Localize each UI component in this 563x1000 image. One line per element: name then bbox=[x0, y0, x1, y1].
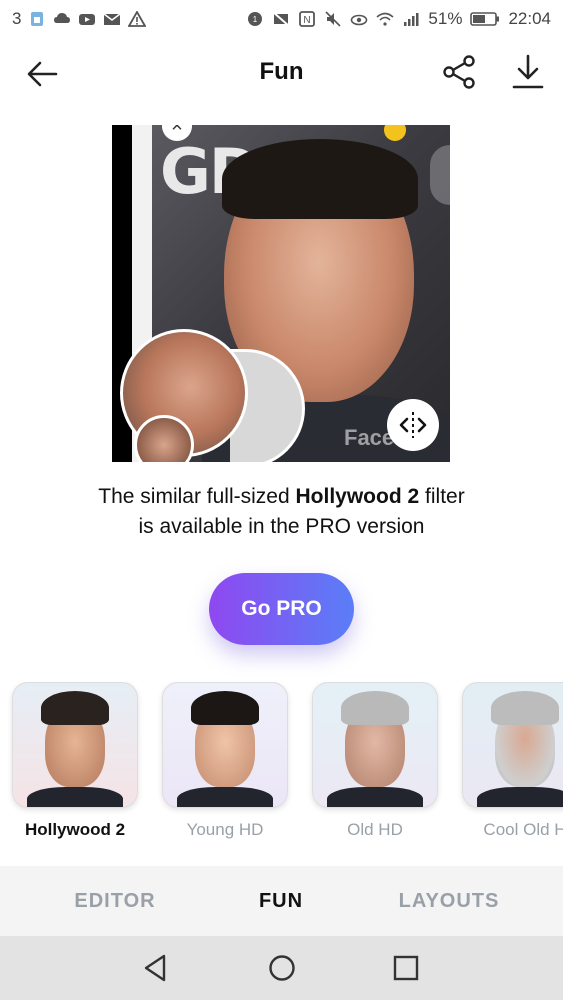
youtube-icon bbox=[78, 11, 96, 27]
nfc-icon: N bbox=[298, 11, 316, 27]
filter-carousel[interactable]: Hollywood 2 Young HD Old HD Cool Old H bbox=[0, 682, 563, 852]
no-image-icon bbox=[272, 11, 291, 27]
download-button[interactable] bbox=[508, 52, 548, 92]
filter-thumbnail bbox=[12, 682, 138, 808]
wifi-icon bbox=[376, 11, 394, 27]
system-navigation-bar bbox=[0, 936, 563, 1000]
filter-label: Young HD bbox=[186, 820, 264, 839]
mute-icon bbox=[324, 11, 342, 27]
compare-arrows-icon bbox=[399, 412, 427, 438]
notification-count: 3 bbox=[12, 9, 22, 28]
filter-preview-image: GDE Face × bbox=[112, 125, 450, 462]
triangle-back-icon bbox=[144, 954, 166, 982]
app-bar: Fun bbox=[0, 40, 563, 108]
svg-text:N: N bbox=[304, 15, 311, 26]
mail-icon bbox=[103, 11, 121, 27]
battery-icon bbox=[470, 11, 500, 27]
share-icon bbox=[443, 55, 475, 89]
filter-label: Hollywood 2 bbox=[24, 820, 126, 839]
clock: 22:04 bbox=[508, 9, 551, 28]
share-button[interactable] bbox=[440, 52, 480, 92]
tab-editor[interactable]: EDITOR bbox=[40, 866, 190, 936]
filter-label: Cool Old H bbox=[483, 820, 563, 839]
data-saver-icon: 1 bbox=[246, 11, 264, 27]
nav-home-button[interactable] bbox=[264, 950, 300, 986]
go-pro-button[interactable]: Go PRO bbox=[209, 573, 354, 645]
tab-layouts[interactable]: LAYOUTS bbox=[374, 866, 524, 936]
sim-card-icon bbox=[28, 11, 46, 27]
warning-icon bbox=[128, 11, 147, 27]
circle-home-icon bbox=[269, 955, 295, 981]
cloud-icon bbox=[53, 11, 71, 27]
filter-thumbnail bbox=[162, 682, 288, 808]
signal-icon bbox=[402, 11, 420, 27]
download-icon bbox=[512, 54, 544, 89]
status-bar: 3 1 N 51% 22:04 bbox=[0, 0, 563, 40]
nav-recents-button[interactable] bbox=[388, 950, 424, 986]
filter-thumbnail bbox=[462, 682, 563, 808]
pro-upsell-message: The similar full-sized Hollywood 2 filte… bbox=[98, 485, 465, 538]
square-recents-icon bbox=[393, 955, 419, 981]
eye-icon bbox=[350, 11, 368, 27]
svg-text:1: 1 bbox=[253, 15, 258, 24]
filter-name: Hollywood 2 bbox=[295, 485, 420, 508]
filter-label: Old HD bbox=[347, 820, 403, 839]
nav-back-button[interactable] bbox=[138, 950, 174, 986]
bottom-tab-bar: EDITOR FUN LAYOUTS bbox=[0, 866, 563, 936]
compare-button[interactable] bbox=[387, 399, 439, 451]
filter-thumbnail bbox=[312, 682, 438, 808]
tab-fun[interactable]: FUN bbox=[206, 866, 356, 936]
battery-percent: 51% bbox=[428, 9, 463, 28]
